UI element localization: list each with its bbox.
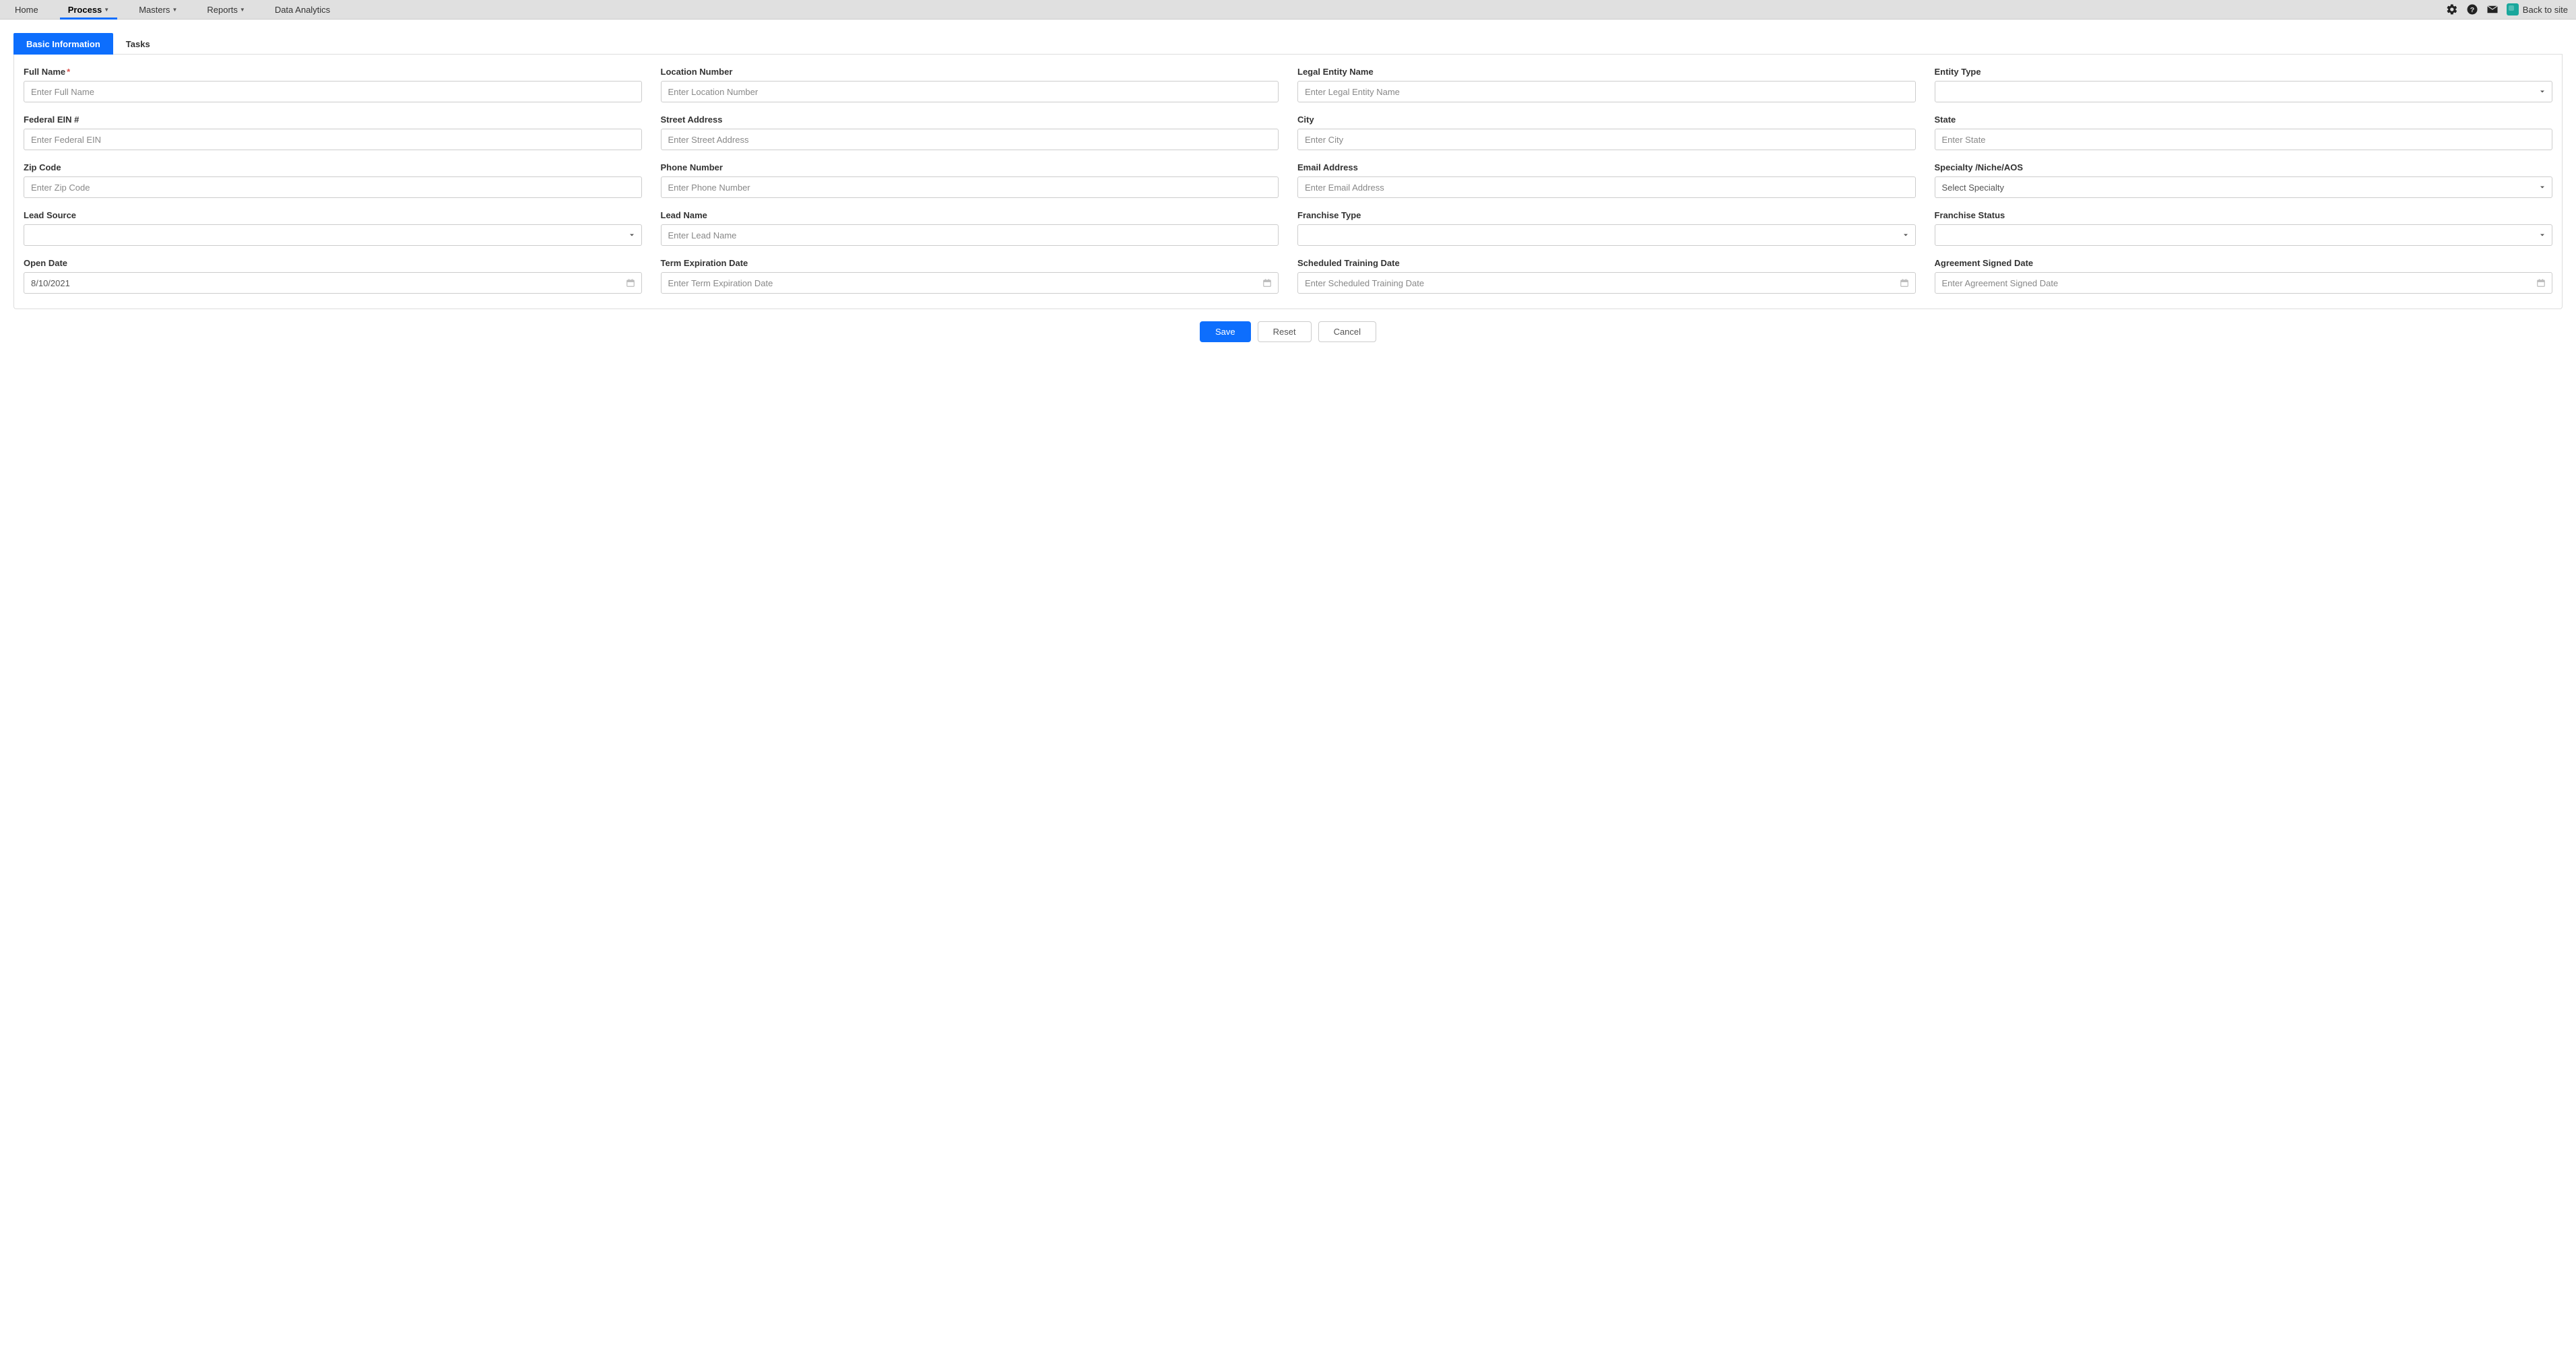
label-legal-entity: Legal Entity Name: [1297, 67, 1916, 77]
form-tabs: Basic Information Tasks: [13, 33, 2563, 55]
label-franchise-status: Franchise Status: [1935, 210, 2553, 220]
label-street-address: Street Address: [661, 115, 1279, 125]
label-agreement-signed: Agreement Signed Date: [1935, 258, 2553, 268]
input-full-name[interactable]: [24, 81, 642, 102]
field-lead-source: Lead Source: [24, 210, 642, 246]
tab-tasks[interactable]: Tasks: [113, 33, 163, 55]
field-federal-ein: Federal EIN #: [24, 115, 642, 150]
select-franchise-status[interactable]: [1935, 224, 2553, 246]
select-entity-type[interactable]: [1935, 81, 2553, 102]
input-lead-name[interactable]: [661, 224, 1279, 246]
field-scheduled-training: Scheduled Training Date: [1297, 258, 1916, 294]
back-to-site-label: Back to site: [2523, 5, 2568, 15]
input-federal-ein[interactable]: [24, 129, 642, 150]
input-zip-code[interactable]: [24, 176, 642, 198]
field-franchise-status: Franchise Status: [1935, 210, 2553, 246]
nav-masters[interactable]: Masters ▼: [124, 0, 192, 19]
label-federal-ein: Federal EIN #: [24, 115, 642, 125]
nav-reports-label: Reports: [207, 5, 238, 15]
label-specialty: Specialty /Niche/AOS: [1935, 162, 2553, 172]
label-scheduled-training: Scheduled Training Date: [1297, 258, 1916, 268]
input-street-address[interactable]: [661, 129, 1279, 150]
field-phone-number: Phone Number: [661, 162, 1279, 198]
cancel-button[interactable]: Cancel: [1318, 321, 1376, 342]
field-specialty: Specialty /Niche/AOS Select Specialty: [1935, 162, 2553, 198]
label-full-name: Full Name*: [24, 67, 642, 77]
gear-icon[interactable]: [2446, 3, 2458, 15]
select-franchise-type[interactable]: [1297, 224, 1916, 246]
back-to-site-link[interactable]: Back to site: [2507, 3, 2568, 15]
input-state[interactable]: [1935, 129, 2553, 150]
chevron-down-icon: ▼: [172, 7, 177, 13]
select-specialty[interactable]: Select Specialty: [1935, 176, 2553, 198]
nav-home[interactable]: Home: [0, 0, 53, 19]
nav-right: ? Back to site: [2446, 0, 2576, 19]
field-lead-name: Lead Name: [661, 210, 1279, 246]
nav-data-analytics-label: Data Analytics: [275, 5, 330, 15]
field-state: State: [1935, 115, 2553, 150]
input-city[interactable]: [1297, 129, 1916, 150]
chevron-down-icon: ▼: [104, 7, 109, 13]
field-legal-entity: Legal Entity Name: [1297, 67, 1916, 102]
nav-reports[interactable]: Reports ▼: [192, 0, 259, 19]
label-entity-type: Entity Type: [1935, 67, 2553, 77]
field-city: City: [1297, 115, 1916, 150]
label-zip-code: Zip Code: [24, 162, 642, 172]
input-scheduled-training[interactable]: [1297, 272, 1916, 294]
input-location-number[interactable]: [661, 81, 1279, 102]
label-term-expiration: Term Expiration Date: [661, 258, 1279, 268]
svg-text:?: ?: [2470, 6, 2474, 14]
tab-basic-information[interactable]: Basic Information: [13, 33, 113, 55]
field-email-address: Email Address: [1297, 162, 1916, 198]
label-lead-name: Lead Name: [661, 210, 1279, 220]
chevron-down-icon: ▼: [240, 7, 245, 13]
page-content: Basic Information Tasks Full Name* Locat…: [0, 20, 2576, 356]
nav-left: Home Process ▼ Masters ▼ Reports ▼ Data …: [0, 0, 345, 19]
input-agreement-signed[interactable]: [1935, 272, 2553, 294]
label-franchise-type: Franchise Type: [1297, 210, 1916, 220]
input-open-date[interactable]: [24, 272, 642, 294]
label-phone-number: Phone Number: [661, 162, 1279, 172]
help-icon[interactable]: ?: [2466, 3, 2478, 15]
label-city: City: [1297, 115, 1916, 125]
field-entity-type: Entity Type: [1935, 67, 2553, 102]
nav-process[interactable]: Process ▼: [53, 0, 125, 19]
field-term-expiration: Term Expiration Date: [661, 258, 1279, 294]
label-email-address: Email Address: [1297, 162, 1916, 172]
reset-button[interactable]: Reset: [1258, 321, 1312, 342]
nav-data-analytics[interactable]: Data Analytics: [260, 0, 345, 19]
save-button[interactable]: Save: [1200, 321, 1251, 342]
nav-process-label: Process: [68, 5, 102, 15]
field-location-number: Location Number: [661, 67, 1279, 102]
field-open-date: Open Date: [24, 258, 642, 294]
mail-icon[interactable]: [2486, 3, 2499, 15]
field-full-name: Full Name*: [24, 67, 642, 102]
top-navbar: Home Process ▼ Masters ▼ Reports ▼ Data …: [0, 0, 2576, 20]
select-lead-source[interactable]: [24, 224, 642, 246]
input-phone-number[interactable]: [661, 176, 1279, 198]
input-email-address[interactable]: [1297, 176, 1916, 198]
input-legal-entity[interactable]: [1297, 81, 1916, 102]
field-agreement-signed: Agreement Signed Date: [1935, 258, 2553, 294]
field-zip-code: Zip Code: [24, 162, 642, 198]
input-term-expiration[interactable]: [661, 272, 1279, 294]
form-grid: Full Name* Location Number Legal Entity …: [24, 67, 2552, 294]
field-franchise-type: Franchise Type: [1297, 210, 1916, 246]
label-location-number: Location Number: [661, 67, 1279, 77]
nav-home-label: Home: [15, 5, 38, 15]
sharepoint-icon: [2507, 3, 2519, 15]
form-buttons: Save Reset Cancel: [13, 321, 2563, 342]
field-street-address: Street Address: [661, 115, 1279, 150]
nav-masters-label: Masters: [139, 5, 170, 15]
label-open-date: Open Date: [24, 258, 642, 268]
label-state: State: [1935, 115, 2553, 125]
label-lead-source: Lead Source: [24, 210, 642, 220]
required-mark: *: [67, 67, 70, 77]
form-panel: Full Name* Location Number Legal Entity …: [13, 55, 2563, 309]
